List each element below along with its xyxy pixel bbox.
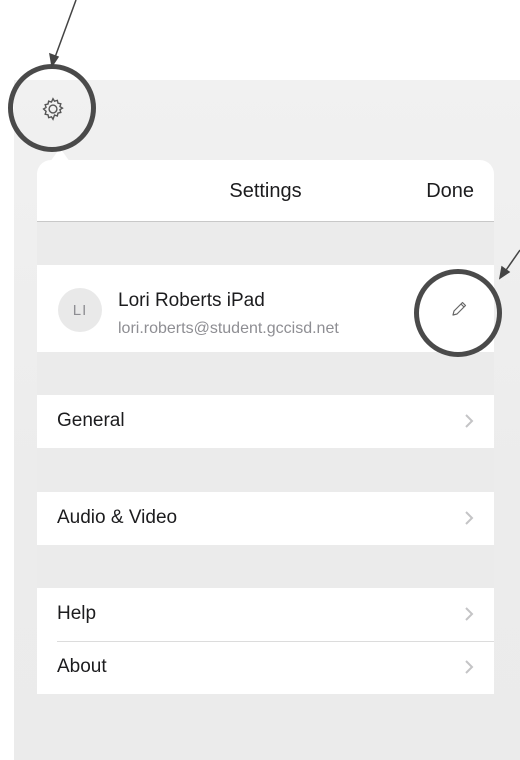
annotation-arrows xyxy=(49,0,520,280)
gear-arrowhead xyxy=(49,52,60,68)
gear-arrow-line xyxy=(53,0,77,61)
